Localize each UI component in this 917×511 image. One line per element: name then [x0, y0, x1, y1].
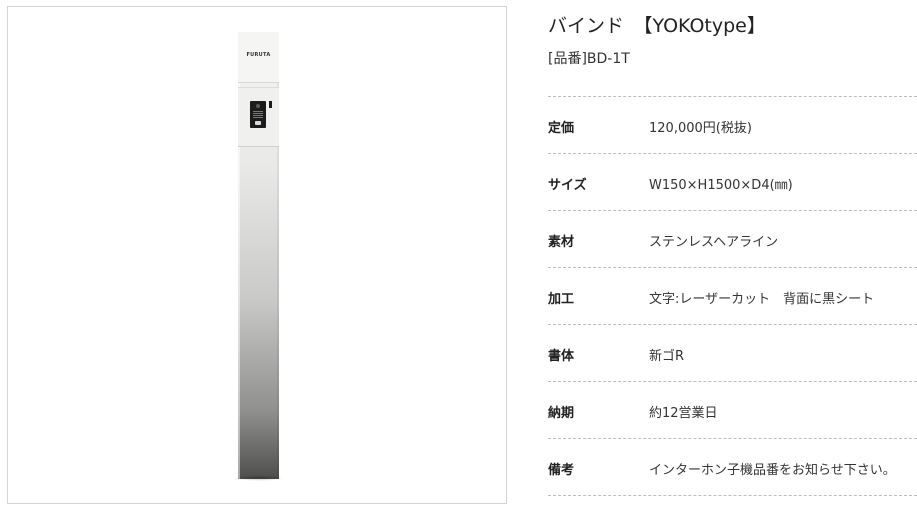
spec-row-price: 定価 120,000円(税抜) [548, 97, 917, 154]
call-button-icon [255, 121, 261, 125]
intercom-unit-icon [250, 101, 266, 128]
spec-value: インターホン子機品番をお知らせ下さい。 [649, 463, 896, 478]
spec-value: 文字:レーザーカット 背面に黒シート [649, 292, 875, 307]
spec-row-processing: 加工 文字:レーザーカット 背面に黒シート [548, 268, 917, 325]
spec-label: 納期 [548, 406, 575, 421]
camera-lens-icon [256, 104, 260, 108]
spec-label: 備考 [548, 463, 575, 478]
product-image-post: FURUTA [238, 32, 279, 479]
spec-row-delivery: 納期 約12営業日 [548, 382, 917, 439]
product-detail-page: FURUTA バインド 【YOKOtype】 [品番]BD-1T 定価 120,… [0, 0, 917, 511]
spec-row-size: サイズ W150×H1500×D4(㎜) [548, 154, 917, 211]
spec-label: 素材 [548, 235, 575, 250]
spec-value: ステンレスヘアライン [649, 235, 779, 250]
spec-row-material: 素材 ステンレスヘアライン [548, 211, 917, 268]
nameplate: FURUTA [238, 32, 279, 83]
product-image-frame: FURUTA [7, 6, 507, 504]
spec-row-typeface: 書体 新ゴR [548, 325, 917, 382]
spec-label: 書体 [548, 349, 575, 364]
spec-value: 120,000円(税抜) [649, 121, 752, 136]
spec-value: 約12営業日 [649, 406, 718, 421]
spec-label: サイズ [548, 178, 587, 193]
nameplate-brand-text: FURUTA [246, 52, 271, 58]
spec-row-notes: 備考 インターホン子機品番をお知らせ下さい。 [548, 439, 917, 496]
spec-label: 加工 [548, 292, 575, 307]
speaker-grill-icon [253, 111, 263, 119]
spec-table: 定価 120,000円(税抜) サイズ W150×H1500×D4(㎜) 素材 … [548, 96, 917, 496]
product-title: バインド 【YOKOtype】 [548, 15, 766, 37]
product-code: [品番]BD-1T [548, 51, 630, 67]
spec-label: 定価 [548, 121, 575, 136]
spec-value: 新ゴR [649, 349, 685, 364]
intercom-side-mark [269, 101, 272, 108]
spec-value: W150×H1500×D4(㎜) [649, 178, 793, 193]
intercom-plate [238, 87, 279, 147]
post-shadow [234, 475, 284, 481]
